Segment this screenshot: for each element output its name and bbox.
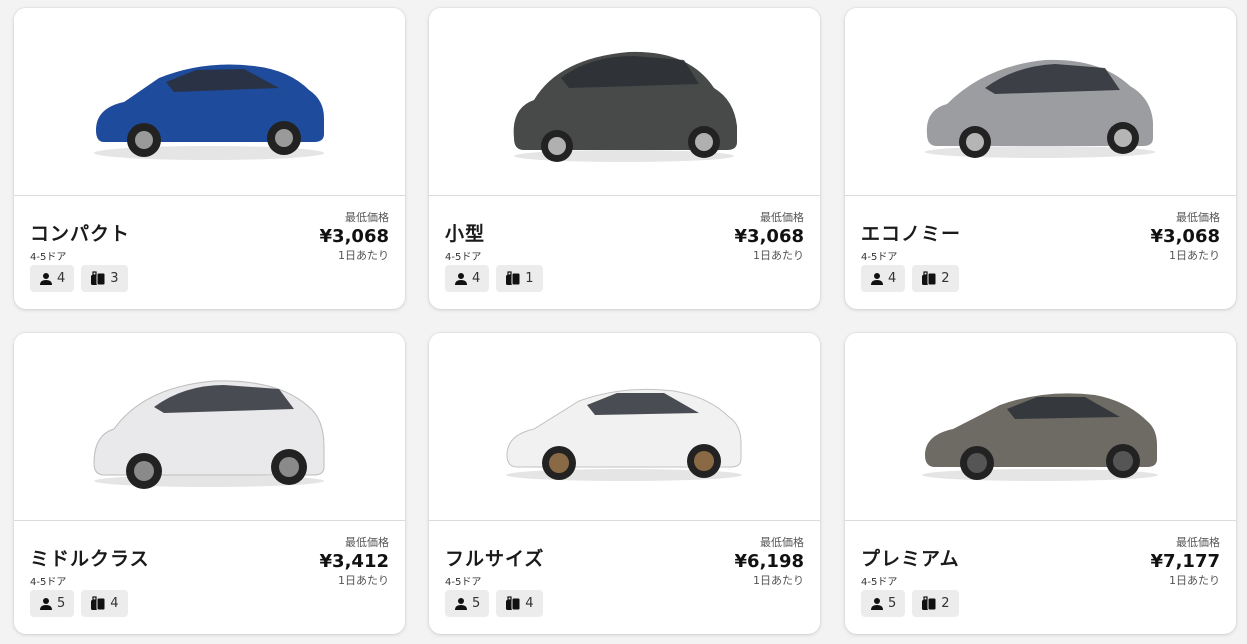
car-image: [429, 8, 820, 196]
door-count: 4-5ドア: [861, 252, 898, 263]
min-price-label: 最低価格: [1176, 536, 1220, 549]
luggage-capacity-badge: 2: [912, 590, 959, 617]
price-value: ¥7,177: [1150, 551, 1220, 572]
price-block: 最低価格 ¥3,068 1日あたり: [735, 211, 804, 263]
car-image: [429, 333, 820, 521]
luggage-count: 2: [941, 596, 950, 611]
passenger-count: 5: [888, 596, 897, 611]
passenger-count: 4: [472, 271, 481, 286]
luggage-capacity-badge: 4: [81, 590, 128, 617]
luggage-icon: [506, 271, 521, 286]
car-class-name: コンパクト: [30, 223, 131, 245]
car-class-card-midsize[interactable]: ミドルクラス 4-5ドア 5 4 最低価格 ¥3,412 1日あたり: [14, 333, 405, 634]
car-class-card-compact[interactable]: コンパクト 4-5ドア 4 3 最低価格 ¥3,068 1日あたり: [14, 8, 405, 309]
car-class-card-fullsize[interactable]: フルサイズ 4-5ドア 5 4 最低価格 ¥6,198 1日あたり: [429, 333, 820, 634]
price-block: 最低価格 ¥3,412 1日あたり: [320, 536, 389, 588]
door-count: 4-5ドア: [861, 577, 898, 588]
car-class-name: エコノミー: [861, 223, 962, 245]
per-day-label: 1日あたり: [1169, 249, 1220, 262]
door-count: 4-5ドア: [30, 577, 67, 588]
passenger-capacity-badge: 4: [445, 265, 490, 292]
min-price-label: 最低価格: [760, 536, 804, 549]
luggage-icon: [922, 596, 937, 611]
luggage-icon: [91, 596, 106, 611]
min-price-label: 最低価格: [1176, 211, 1220, 224]
car-image: [845, 333, 1236, 521]
passenger-capacity-badge: 4: [30, 265, 75, 292]
luggage-icon: [922, 271, 937, 286]
price-block: 最低価格 ¥7,177 1日あたり: [1151, 536, 1220, 588]
car-image: [845, 8, 1236, 196]
person-icon: [871, 597, 883, 610]
passenger-count: 4: [888, 271, 897, 286]
car-image: [14, 8, 405, 196]
passenger-capacity-badge: 5: [30, 590, 75, 617]
per-day-label: 1日あたり: [753, 574, 804, 587]
door-count: 4-5ドア: [445, 577, 482, 588]
passenger-count: 4: [57, 271, 66, 286]
luggage-count: 2: [941, 271, 950, 286]
luggage-icon: [506, 596, 521, 611]
price-block: 最低価格 ¥3,068 1日あたり: [320, 211, 389, 263]
price-value: ¥3,412: [319, 551, 389, 572]
price-value: ¥3,068: [1150, 226, 1220, 247]
person-icon: [455, 272, 467, 285]
min-price-label: 最低価格: [760, 211, 804, 224]
luggage-count: 4: [110, 596, 119, 611]
car-class-name: 小型: [445, 223, 486, 245]
car-class-name: ミドルクラス: [30, 548, 150, 570]
luggage-capacity-badge: 3: [81, 265, 128, 292]
price-block: 最低価格 ¥6,198 1日あたり: [735, 536, 804, 588]
per-day-label: 1日あたり: [1169, 574, 1220, 587]
car-class-card-small[interactable]: 小型 4-5ドア 4 1 最低価格 ¥3,068 1日あたり: [429, 8, 820, 309]
car-class-name: フルサイズ: [445, 548, 545, 570]
passenger-count: 5: [57, 596, 66, 611]
passenger-count: 5: [472, 596, 481, 611]
per-day-label: 1日あたり: [338, 249, 389, 262]
price-value: ¥3,068: [319, 226, 389, 247]
car-class-name: プレミアム: [861, 548, 960, 570]
car-class-card-economy[interactable]: エコノミー 4-5ドア 4 2 最低価格 ¥3,068 1日あたり: [845, 8, 1236, 309]
price-value: ¥6,198: [734, 551, 804, 572]
per-day-label: 1日あたり: [338, 574, 389, 587]
luggage-capacity-badge: 4: [496, 590, 543, 617]
door-count: 4-5ドア: [445, 252, 482, 263]
per-day-label: 1日あたり: [753, 249, 804, 262]
person-icon: [40, 272, 52, 285]
price-block: 最低価格 ¥3,068 1日あたり: [1151, 211, 1220, 263]
passenger-capacity-badge: 5: [861, 590, 906, 617]
passenger-capacity-badge: 5: [445, 590, 490, 617]
luggage-icon: [91, 271, 106, 286]
person-icon: [455, 597, 467, 610]
luggage-count: 1: [525, 271, 534, 286]
price-value: ¥3,068: [734, 226, 804, 247]
min-price-label: 最低価格: [345, 536, 389, 549]
luggage-capacity-badge: 1: [496, 265, 543, 292]
car-image: [14, 333, 405, 521]
luggage-count: 3: [110, 271, 119, 286]
min-price-label: 最低価格: [345, 211, 389, 224]
luggage-capacity-badge: 2: [912, 265, 959, 292]
door-count: 4-5ドア: [30, 252, 67, 263]
luggage-count: 4: [525, 596, 534, 611]
passenger-capacity-badge: 4: [861, 265, 906, 292]
car-class-card-premium[interactable]: プレミアム 4-5ドア 5 2 最低価格 ¥7,177 1日あたり: [845, 333, 1236, 634]
person-icon: [871, 272, 883, 285]
person-icon: [40, 597, 52, 610]
